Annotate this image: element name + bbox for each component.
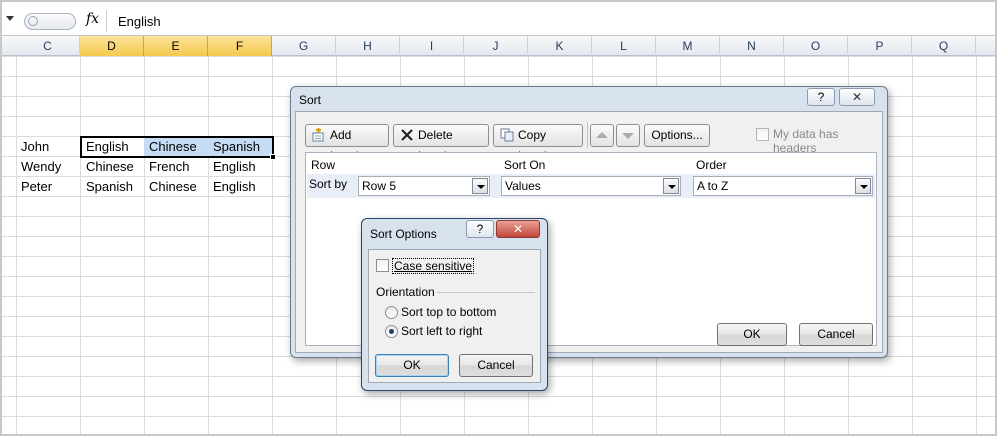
circle-icon	[28, 16, 38, 26]
cell-c-peter[interactable]: Peter	[16, 177, 80, 197]
copy-icon	[500, 128, 514, 142]
column-header-o[interactable]: O	[784, 36, 848, 56]
sort-options-ok-button[interactable]: OK	[375, 354, 449, 377]
sort-ok-label: OK	[743, 327, 761, 341]
order-column-header: Order	[696, 158, 727, 172]
column-header-l[interactable]: L	[592, 36, 656, 56]
order-select[interactable]: A to Z	[693, 176, 873, 196]
case-sensitive-label: Case sensitive	[392, 258, 475, 274]
sort-row-select[interactable]: Row 5	[358, 176, 490, 196]
cell-e-row2[interactable]: French	[144, 157, 208, 177]
column-header-f[interactable]: F	[208, 36, 272, 56]
selection-border	[80, 136, 274, 158]
help-icon: ?	[476, 222, 484, 236]
column-header-d[interactable]: D	[80, 36, 144, 56]
divider	[106, 10, 107, 32]
sort-cancel-label: Cancel	[817, 327, 855, 341]
orientation-label: Orientation	[376, 285, 435, 299]
case-sensitive-checkbox[interactable]	[376, 259, 389, 272]
fill-handle[interactable]	[270, 154, 276, 160]
column-header-p[interactable]: P	[848, 36, 912, 56]
sort-on-select[interactable]: Values	[501, 176, 681, 196]
copy-level-button[interactable]: Copy Level	[493, 124, 583, 163]
column-header-n[interactable]: N	[720, 36, 784, 56]
sort-row-value: Row 5	[362, 179, 397, 193]
column-header-e[interactable]: E	[144, 36, 208, 56]
delete-icon	[401, 129, 413, 141]
sort-cancel-button[interactable]: Cancel	[799, 323, 873, 346]
formula-input[interactable]: English	[118, 14, 161, 29]
column-header-q[interactable]: Q	[912, 36, 976, 56]
sort-top-to-bottom-radio[interactable]	[385, 306, 398, 319]
chevron-down-icon	[855, 178, 871, 194]
cell-d-row3[interactable]: Spanish	[81, 177, 144, 197]
cell-e-row3[interactable]: Chinese	[144, 177, 208, 197]
close-icon: ✕	[512, 222, 524, 236]
sort-options-title: Sort Options	[370, 227, 437, 241]
cell-f-row2[interactable]: English	[208, 157, 272, 177]
column-header-j[interactable]: J	[464, 36, 528, 56]
my-data-has-headers-label: My data has headers	[773, 127, 839, 155]
cell-d-row2[interactable]: Chinese	[81, 157, 144, 177]
excel-window: fx English C D E F G H I J K L M N O P Q…	[0, 0, 997, 436]
move-down-button[interactable]	[616, 124, 640, 147]
column-header-k[interactable]: K	[528, 36, 592, 56]
sort-left-to-right-label: Sort left to right	[401, 324, 483, 338]
options-button[interactable]: Options...	[644, 124, 710, 147]
add-level-icon	[312, 128, 324, 142]
options-label: Options...	[651, 128, 703, 142]
case-sensitive-text: Case sensitive	[394, 259, 473, 273]
cell-f-row3[interactable]: English	[208, 177, 272, 197]
add-level-button[interactable]: Add Level	[305, 124, 389, 163]
order-value: A to Z	[697, 179, 729, 193]
sort-on-value: Values	[505, 179, 541, 193]
column-header-c[interactable]: C	[16, 36, 80, 56]
sort-on-column-header: Sort On	[504, 158, 546, 172]
column-header-i[interactable]: I	[400, 36, 464, 56]
sort-options-cancel-button[interactable]: Cancel	[459, 354, 533, 377]
formula-tools: fx	[20, 10, 108, 32]
column-header-m[interactable]: M	[656, 36, 720, 56]
sort-left-to-right-radio[interactable]	[385, 325, 398, 338]
close-button[interactable]: ✕	[496, 220, 540, 238]
help-icon: ?	[817, 90, 825, 104]
sort-ok-button[interactable]: OK	[717, 323, 787, 346]
move-up-button[interactable]	[590, 124, 614, 147]
sort-options-ok-label: OK	[403, 358, 421, 372]
arrow-up-icon	[596, 132, 608, 138]
column-header-g[interactable]: G	[272, 36, 336, 56]
sort-dialog-title: Sort	[299, 93, 322, 107]
close-button[interactable]: ✕	[839, 88, 875, 106]
delete-level-button[interactable]: Delete Level	[393, 124, 489, 163]
chevron-down-icon	[663, 178, 679, 194]
close-icon: ✕	[851, 90, 863, 104]
cell-c-john[interactable]: John	[16, 137, 80, 157]
chevron-down-icon	[472, 178, 488, 194]
divider	[437, 292, 535, 293]
my-data-has-headers-checkbox[interactable]	[756, 128, 769, 141]
help-button[interactable]: ?	[466, 220, 494, 238]
formula-bar-expand-control[interactable]	[24, 13, 76, 30]
sort-by-label: Sort by	[309, 177, 348, 191]
row-column-header: Row	[311, 158, 336, 172]
toolbar-divider	[587, 122, 588, 148]
sort-options-cancel-label: Cancel	[477, 358, 515, 372]
sort-options-dialog: Sort Options ? ✕ Case sensitive Orientat…	[361, 218, 548, 391]
sort-top-to-bottom-label: Sort top to bottom	[401, 305, 497, 319]
column-headers: C D E F G H I J K L M N O P Q	[2, 36, 995, 56]
name-box-dropdown-icon[interactable]	[6, 16, 14, 21]
arrow-down-icon	[622, 133, 634, 139]
help-button[interactable]: ?	[807, 88, 835, 106]
column-header-h[interactable]: H	[336, 36, 400, 56]
formula-bar: fx English	[2, 2, 995, 36]
cell-c-wendy[interactable]: Wendy	[16, 157, 80, 177]
insert-function-icon[interactable]: fx	[86, 11, 99, 27]
